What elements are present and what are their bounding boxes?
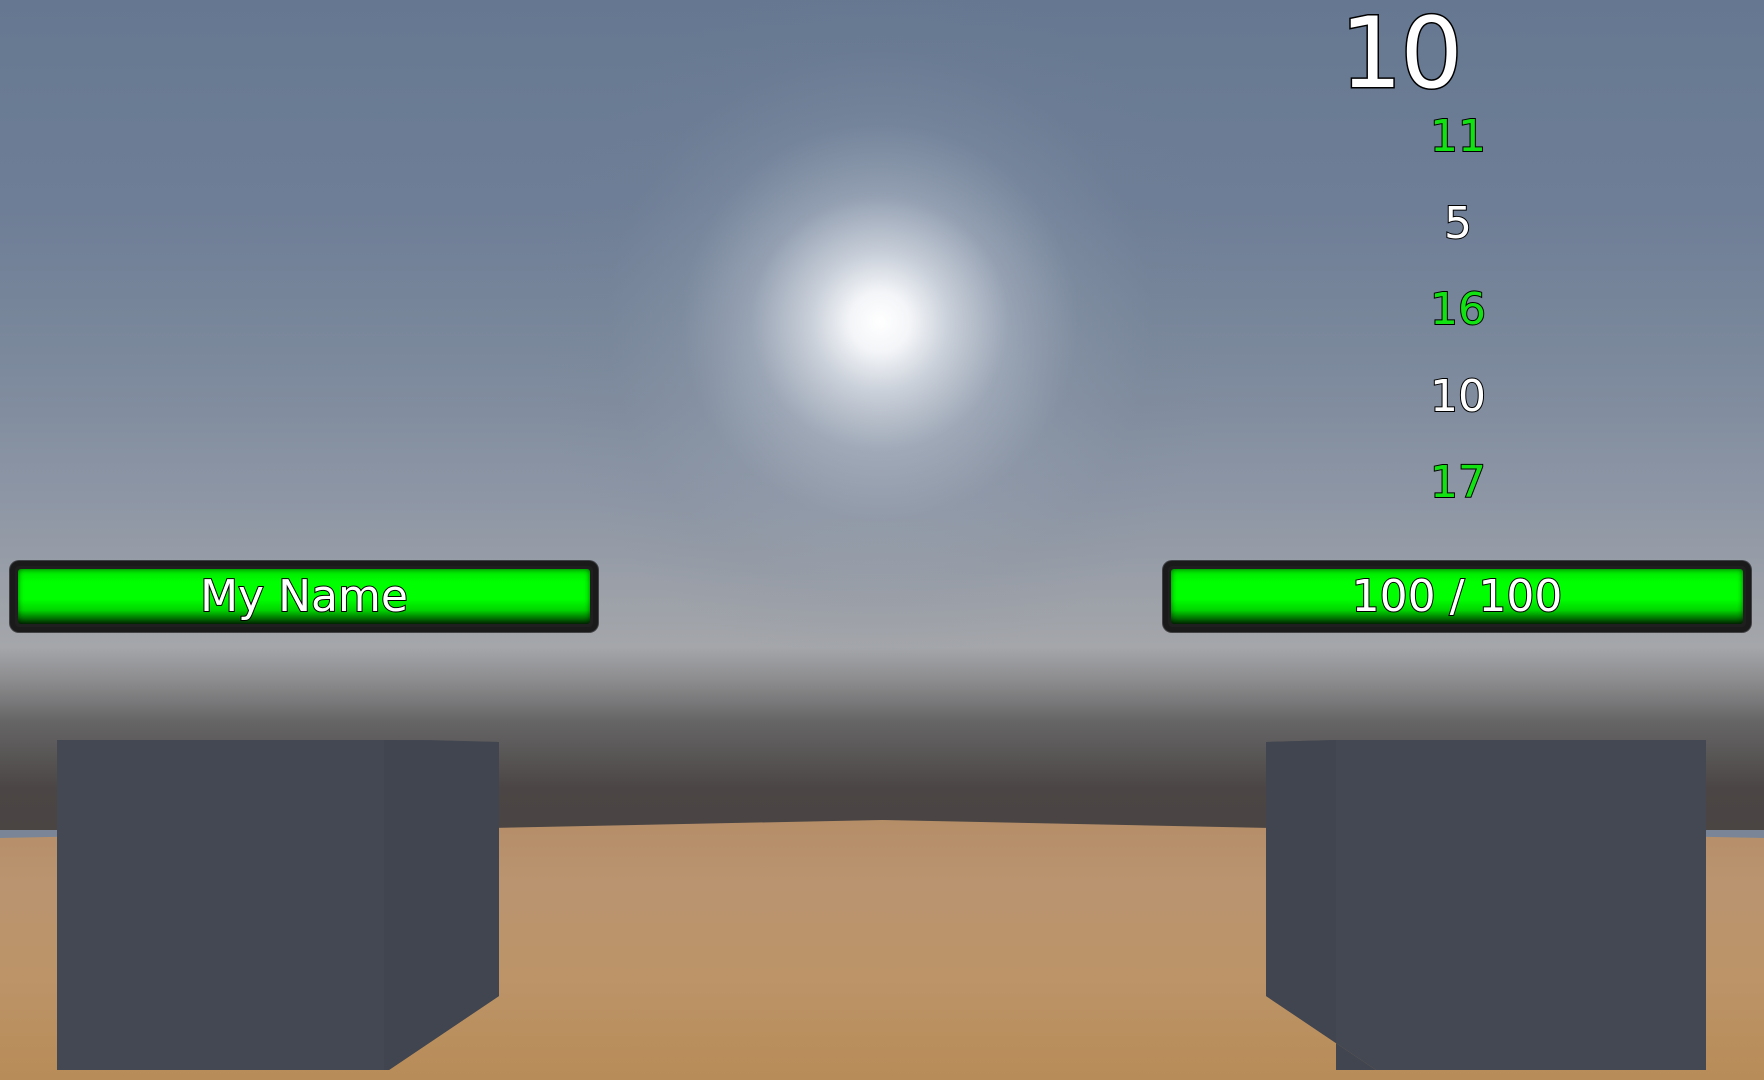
left-block bbox=[57, 740, 499, 1070]
score-counter: 10 bbox=[1339, 0, 1465, 111]
roll-history-item: 11 bbox=[1429, 110, 1487, 163]
roll-history-item: 5 bbox=[1443, 197, 1473, 250]
sun bbox=[530, 0, 1230, 672]
roll-history-item: 17 bbox=[1429, 456, 1487, 509]
right-block bbox=[1266, 740, 1706, 1070]
health-bar: 100 / 100 bbox=[1163, 561, 1751, 632]
roll-history-item: 16 bbox=[1429, 283, 1487, 336]
roll-history-list: 11 5 16 10 17 bbox=[1338, 108, 1578, 541]
player-name-label: My Name bbox=[199, 570, 409, 623]
health-label: 100 / 100 bbox=[1351, 570, 1564, 623]
player-name-bar: My Name bbox=[10, 561, 598, 632]
roll-history-item: 10 bbox=[1429, 370, 1487, 423]
